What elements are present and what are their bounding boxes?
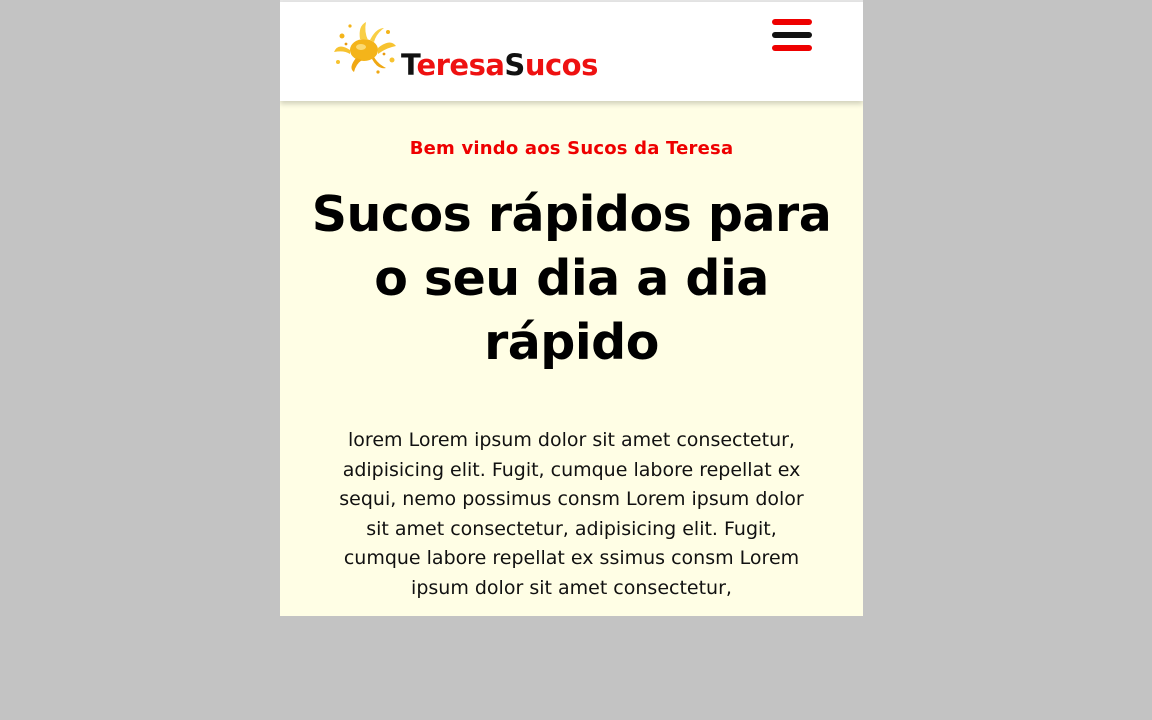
logo-text-second-rest: ucos — [524, 48, 599, 82]
menu-bar-bottom — [772, 45, 812, 51]
welcome-subtitle: Bem vindo aos Sucos da Teresa — [409, 138, 734, 159]
mobile-viewport: TeresaSucos Bem vindo aos Sucos da Teres… — [280, 0, 863, 616]
hero-headline: Sucos rápidos para o seu dia a dia rápid… — [311, 186, 832, 371]
site-logo[interactable]: TeresaSucos — [330, 20, 650, 85]
logo-text-second-initial: S — [504, 48, 525, 82]
juice-splash-icon — [334, 22, 396, 74]
logo-wordmark: TeresaSucos — [401, 49, 598, 81]
logo-text-rest: eresa — [416, 48, 505, 82]
hero-body-text: lorem Lorem ipsum dolor sit amet consect… — [339, 429, 804, 599]
menu-bar-top — [772, 19, 812, 25]
site-header: TeresaSucos — [280, 2, 863, 101]
logo-text-first-letter: T — [401, 48, 417, 82]
hamburger-menu-icon[interactable] — [772, 19, 812, 53]
menu-bar-middle — [772, 32, 812, 38]
